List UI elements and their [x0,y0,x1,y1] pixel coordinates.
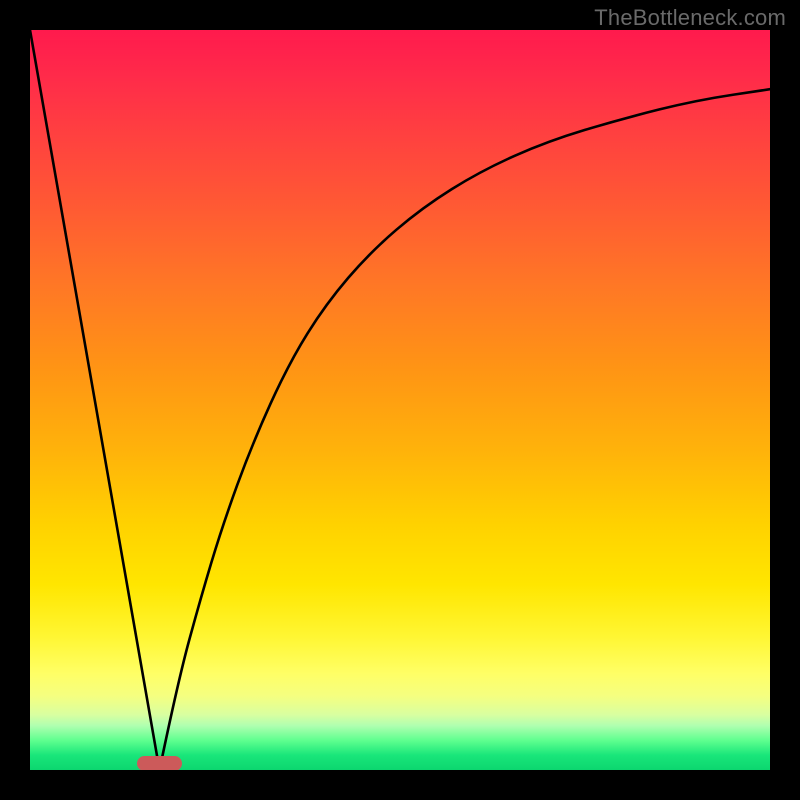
plot-area [30,30,770,770]
optimum-marker [137,756,181,770]
curve-layer [30,30,770,770]
chart-frame: TheBottleneck.com [0,0,800,800]
watermark-text: TheBottleneck.com [594,5,786,31]
left-slope-line [30,30,160,770]
right-curve-line [160,89,771,770]
